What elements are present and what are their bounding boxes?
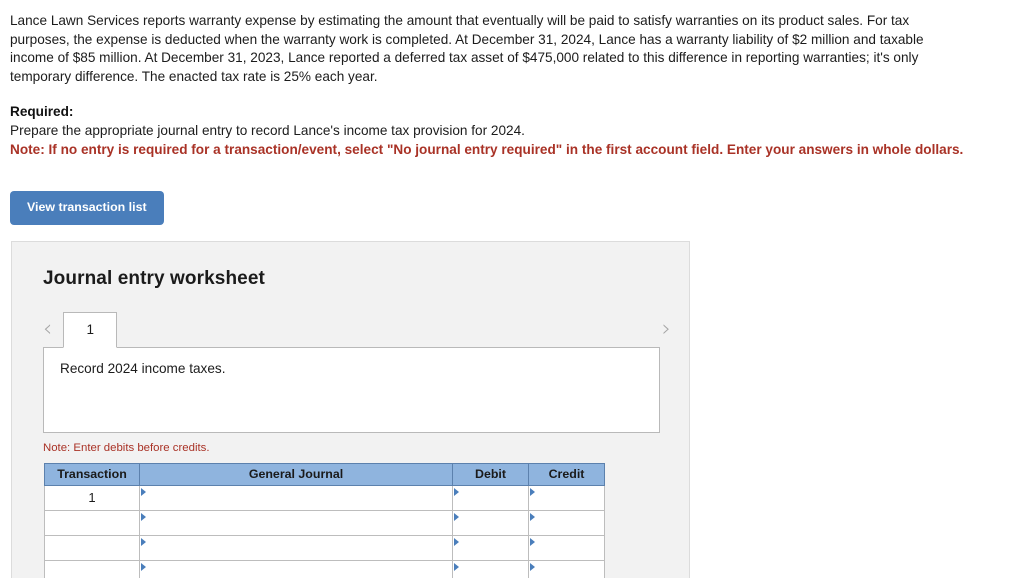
cell-dropdown-marker-icon — [529, 486, 604, 510]
debit-input-2[interactable] — [463, 511, 526, 533]
transaction-number-cell: 1 — [44, 484, 140, 511]
cell-dropdown-marker-icon — [140, 536, 452, 560]
column-header-transaction: Transaction — [44, 462, 140, 486]
worksheet-tab-1[interactable]: 1 — [63, 311, 118, 348]
required-block: Required: Prepare the appropriate journa… — [10, 103, 1014, 159]
journal-table-wrap: Transaction General Journal Debit Credit… — [44, 462, 689, 578]
journal-entry-table: Transaction General Journal Debit Credit… — [44, 462, 605, 578]
debit-input-1[interactable] — [463, 486, 526, 508]
cell-dropdown-marker-icon — [140, 511, 452, 535]
debit-input-cell[interactable] — [452, 534, 529, 561]
column-header-debit: Debit — [452, 462, 529, 486]
journal-table-body: 1 — [44, 484, 605, 578]
problem-statement: Lance Lawn Services reports warranty exp… — [0, 0, 1024, 159]
general-journal-input-4[interactable] — [150, 561, 450, 578]
credit-input-cell[interactable] — [528, 534, 605, 561]
debit-input-cell[interactable] — [452, 559, 529, 578]
worksheet-description-box: Record 2024 income taxes. — [43, 346, 660, 433]
general-journal-input-1[interactable] — [150, 486, 450, 508]
credit-input-cell[interactable] — [528, 484, 605, 511]
credit-input-3[interactable] — [539, 536, 602, 558]
general-journal-input-2[interactable] — [150, 511, 450, 533]
required-instruction: Prepare the appropriate journal entry to… — [10, 122, 525, 138]
transaction-number-cell — [44, 559, 140, 578]
debits-before-credits-note: Note: Enter debits before credits. — [43, 441, 210, 454]
required-label: Required: — [10, 104, 74, 120]
chevron-left-icon[interactable]: ‹ — [43, 317, 52, 348]
problem-paragraph: Lance Lawn Services reports warranty exp… — [10, 13, 924, 84]
table-row — [44, 559, 605, 578]
cell-dropdown-marker-icon — [529, 561, 604, 578]
credit-input-4[interactable] — [539, 561, 602, 578]
toolbar: View transaction list — [0, 191, 1024, 225]
cell-dropdown-marker-icon — [140, 486, 452, 510]
credit-input-cell[interactable] — [528, 559, 605, 578]
chevron-right-icon[interactable]: › — [662, 317, 671, 348]
cell-dropdown-marker-icon — [529, 536, 604, 560]
debit-input-4[interactable] — [463, 561, 526, 578]
general-journal-input-cell[interactable] — [139, 559, 453, 578]
table-row: 1 — [44, 484, 605, 511]
column-header-general-journal: General Journal — [139, 462, 453, 486]
cell-dropdown-marker-icon — [529, 511, 604, 535]
answer-format-note: Note: If no entry is required for a tran… — [10, 141, 964, 157]
view-transaction-list-button[interactable]: View transaction list — [10, 191, 164, 225]
general-journal-input-3[interactable] — [150, 536, 450, 558]
credit-input-1[interactable] — [539, 486, 602, 508]
worksheet-title: Journal entry worksheet — [43, 267, 265, 289]
worksheet-tab-strip: ‹ 1 › — [12, 310, 689, 348]
general-journal-input-cell[interactable] — [139, 509, 453, 536]
debit-input-cell[interactable] — [452, 509, 529, 536]
table-row — [44, 509, 605, 536]
worksheet-description-text: Record 2024 income taxes. — [60, 360, 226, 376]
cell-dropdown-marker-icon — [140, 561, 452, 578]
cell-dropdown-marker-icon — [453, 561, 528, 578]
credit-input-cell[interactable] — [528, 509, 605, 536]
transaction-number-cell — [44, 534, 140, 561]
column-header-credit: Credit — [528, 462, 605, 486]
journal-entry-worksheet-panel: Journal entry worksheet ‹ 1 › Record 202… — [11, 240, 690, 578]
table-row — [44, 534, 605, 561]
general-journal-input-cell[interactable] — [139, 484, 453, 511]
debit-input-cell[interactable] — [452, 484, 529, 511]
cell-dropdown-marker-icon — [453, 536, 528, 560]
cell-dropdown-marker-icon — [453, 511, 528, 535]
general-journal-input-cell[interactable] — [139, 534, 453, 561]
debit-input-3[interactable] — [463, 536, 526, 558]
cell-dropdown-marker-icon — [453, 486, 528, 510]
transaction-number-cell — [44, 509, 140, 536]
credit-input-2[interactable] — [539, 511, 602, 533]
table-header-row: Transaction General Journal Debit Credit — [44, 462, 605, 486]
